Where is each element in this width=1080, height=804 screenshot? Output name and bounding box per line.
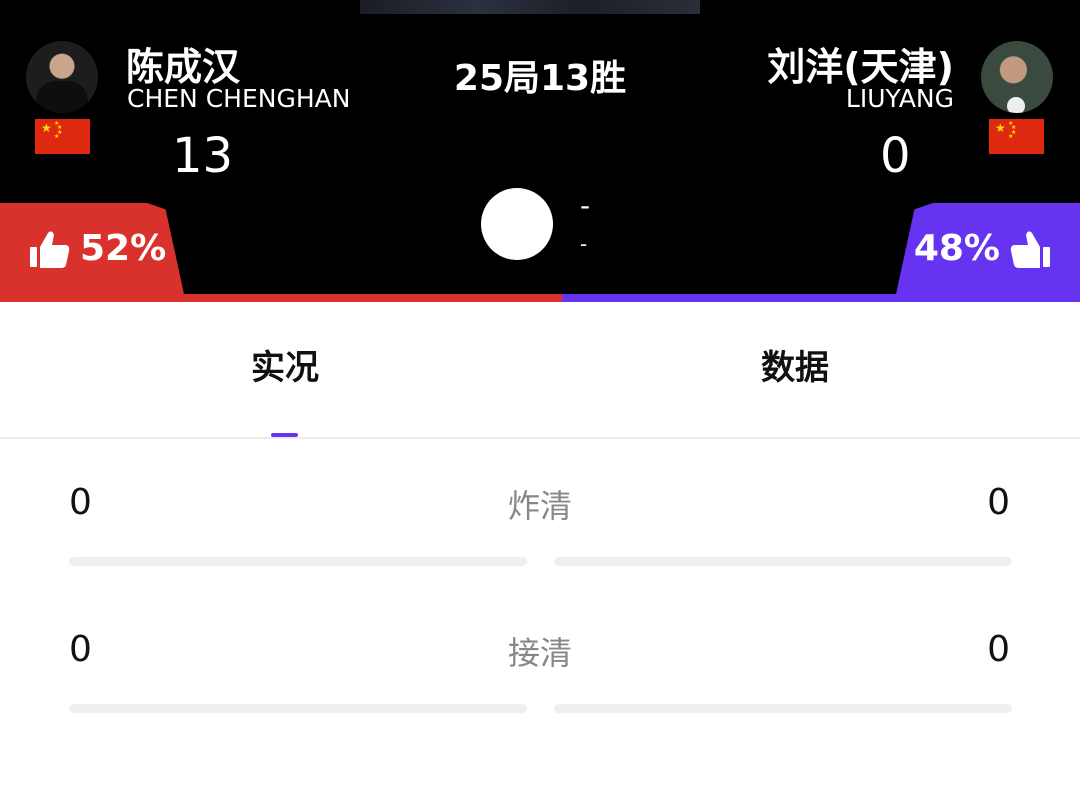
right-china-flag-icon: ★ ★ ★ ★ ★	[989, 119, 1044, 154]
left-player-score: 13	[172, 128, 234, 184]
right-player-name-en: LIUYANG	[845, 84, 954, 113]
cue-ball-icon	[481, 188, 553, 260]
left-support-bar	[0, 294, 562, 302]
left-support-button[interactable]: 52%	[0, 203, 184, 294]
stat-label: 炸清	[507, 487, 572, 525]
thumbs-up-icon	[1010, 230, 1050, 268]
match-header: ★ ★ ★ ★ ★ 陈成汉 CHEN CHENGHAN 13 25局13胜 ★ …	[0, 0, 1080, 302]
tab-data[interactable]: 数据	[525, 340, 1065, 389]
right-player-name-cn: 刘洋(天津)	[767, 45, 954, 89]
tab-live[interactable]: 实况	[15, 340, 555, 389]
stat-right-value: 0	[987, 629, 1010, 670]
stat-left-bar	[69, 704, 527, 713]
break-info-line2: -	[580, 232, 588, 256]
top-photo-strip	[360, 0, 700, 14]
left-support-percent: 52%	[80, 228, 167, 269]
thumbs-up-icon	[30, 230, 70, 268]
break-info-line1: -	[580, 189, 591, 222]
stat-right-bar	[554, 557, 1012, 566]
right-player-score: 0	[880, 128, 911, 184]
stat-label: 接清	[507, 634, 572, 672]
stat-right-bar	[554, 704, 1012, 713]
right-player-avatar[interactable]	[981, 41, 1053, 113]
right-support-bar	[562, 294, 1080, 302]
stat-left-bar	[69, 557, 527, 566]
right-support-button[interactable]: 48%	[896, 203, 1080, 294]
right-support-percent: 48%	[913, 228, 1000, 269]
tab-divider	[0, 437, 1080, 439]
left-china-flag-icon: ★ ★ ★ ★ ★	[35, 119, 90, 154]
stat-right-value: 0	[987, 482, 1010, 523]
